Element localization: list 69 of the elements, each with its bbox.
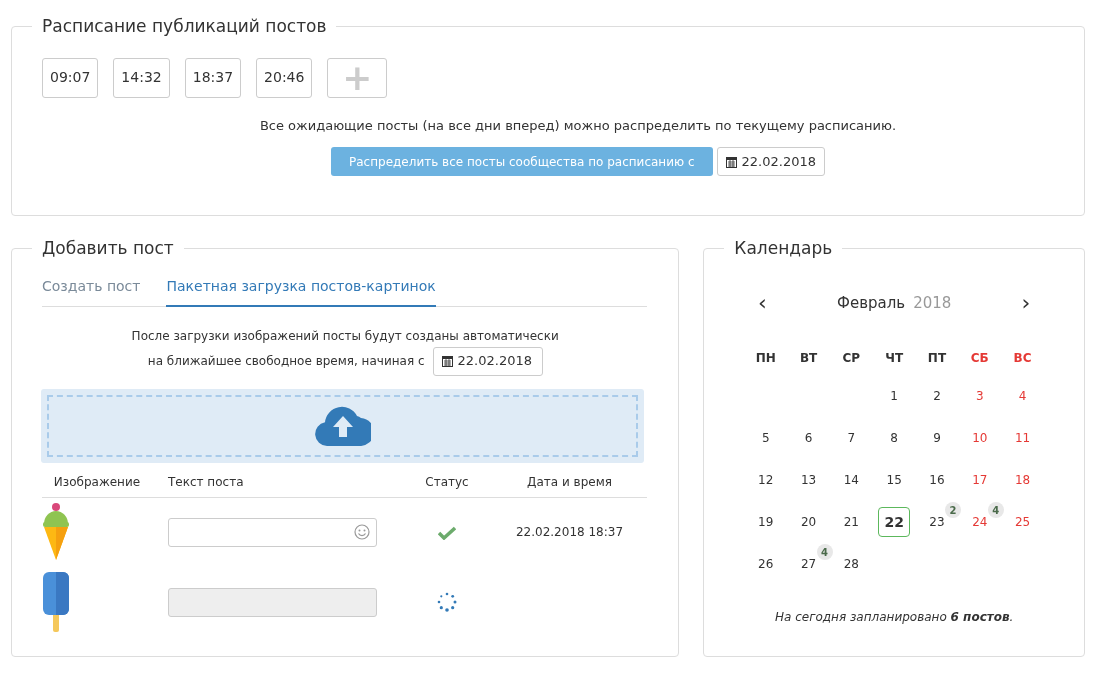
post-count-badge: 2	[944, 502, 961, 518]
calendar-day[interactable]: 21	[843, 507, 859, 537]
calendar-day[interactable]: 14	[843, 465, 859, 495]
calendar-day[interactable]: 11	[1014, 423, 1031, 453]
year-label: 2018	[913, 292, 952, 314]
calendar-icon	[441, 355, 453, 367]
column-header: Текст поста	[168, 474, 244, 489]
month-label: Февраль	[837, 292, 906, 314]
section-title: Календарь	[733, 237, 834, 260]
calendar-day[interactable]: 17	[972, 465, 988, 495]
cloud-upload-icon	[314, 405, 371, 446]
calendar-day[interactable]: 15	[886, 465, 902, 495]
weekday-label: ПТ	[927, 350, 947, 367]
time-slot-button[interactable]: 20:46	[256, 57, 313, 98]
calendar-day[interactable]: 26	[758, 549, 774, 579]
tab[interactable]: Создать пост	[42, 275, 141, 307]
upload-dropzone[interactable]	[41, 388, 644, 463]
date-field[interactable]: 22.02.2018	[432, 346, 543, 376]
weekday-label: ПН	[755, 350, 776, 367]
tab[interactable]: Пакетная загрузка постов-картинок	[166, 275, 436, 307]
column-header: Статус	[425, 474, 469, 489]
calendar-day[interactable]: 2	[933, 381, 941, 411]
popsicle-drawing	[42, 571, 70, 633]
time-slot-button[interactable]: 09:07	[42, 57, 99, 98]
calendar-day[interactable]: 22	[878, 507, 911, 537]
calendar-day[interactable]: 10	[972, 423, 988, 453]
weekday-label: ВТ	[799, 350, 818, 367]
calendar-day[interactable]: 9	[933, 423, 941, 453]
calendar-day[interactable]: 12	[758, 465, 774, 495]
previous-month-button[interactable]: ‹	[752, 291, 773, 314]
time-slot-button[interactable]: 14:32	[113, 57, 170, 98]
today-summary: На сегодня запланировано 6 постов.	[773, 609, 1015, 626]
upload-note: на ближайшее свободное время, начиная с	[147, 353, 425, 370]
calendar-day[interactable]: 27	[800, 549, 817, 579]
calendar-day[interactable]: 8	[890, 423, 898, 453]
calendar-day[interactable]: 6	[804, 423, 813, 453]
weekday-label: СБ	[970, 350, 989, 367]
schedule-note: Все ожидающие посты (на все дни вперед) можно распределить по текущему расписанию.	[258, 116, 898, 135]
section-title: Расписание публикаций постов	[41, 15, 328, 38]
post-count-badge: 4	[987, 502, 1004, 518]
calendar-day[interactable]: 28	[843, 549, 859, 579]
calendar-day[interactable]: 20	[800, 507, 817, 537]
post-text-field[interactable]	[168, 517, 377, 547]
smiley-icon[interactable]	[354, 524, 370, 541]
calendar-day[interactable]: 18	[1014, 465, 1031, 495]
calendar-day[interactable]: 7	[847, 423, 856, 453]
weekday-label: ЧТ	[885, 350, 904, 367]
calendar-day[interactable]: 13	[800, 465, 817, 495]
weekday-label: СР	[842, 350, 861, 367]
next-month-button[interactable]: ›	[1016, 291, 1036, 314]
date-field[interactable]: 22.02.2018	[716, 147, 825, 176]
calendar-day[interactable]: 23	[929, 507, 945, 537]
calendar-day[interactable]: 1	[890, 381, 898, 411]
calendar-day[interactable]: 4	[1018, 381, 1027, 411]
weekday-label: ВС	[1013, 350, 1032, 367]
calendar-day[interactable]: 16	[929, 465, 945, 495]
post-count-badge: 4	[816, 544, 833, 560]
time-slot-button[interactable]: 18:37	[184, 57, 242, 98]
calendar-day[interactable]: 3	[975, 381, 984, 411]
calendar-day[interactable]: 24	[972, 507, 988, 537]
column-header: Изображение	[53, 474, 141, 489]
calendar-day[interactable]: 25	[1014, 507, 1031, 537]
calendar-day[interactable]: 19	[758, 507, 774, 537]
section-title: Добавить пост	[41, 237, 175, 260]
calendar-icon	[725, 155, 737, 168]
column-header: Дата и время	[527, 474, 612, 489]
upload-note: После загрузки изображений посты будут созданы автоматически	[130, 327, 560, 345]
post-datetime: 22.02.2018 18:37	[515, 525, 624, 540]
calendar-day[interactable]: 5	[761, 423, 770, 453]
